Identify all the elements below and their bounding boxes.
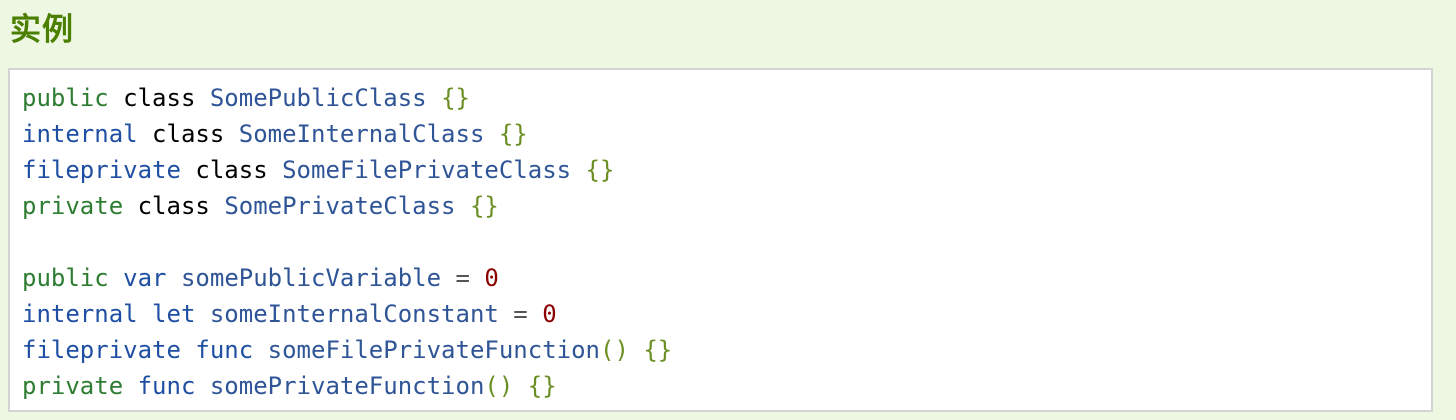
access-modifier-token: fileprivate [22, 336, 181, 364]
class-keyword-token: class [137, 192, 210, 220]
braces-token: {} [585, 156, 615, 184]
code-line-4: private class SomePrivateClass {} [22, 188, 1431, 224]
access-modifier-token: internal [22, 120, 138, 148]
code-line-1: public class SomePublicClass {} [22, 80, 1431, 116]
code-line-6: public var somePublicVariable = 0 [22, 260, 1431, 296]
braces-token: {} [469, 192, 499, 220]
code-content: public class SomePublicClass {} internal … [10, 70, 1431, 404]
number-token: 0 [542, 300, 557, 328]
code-line-7: internal let someInternalConstant = 0 [22, 296, 1431, 332]
code-line-8: fileprivate func someFilePrivateFunction… [22, 332, 1431, 368]
identifier-token: someInternalConstant [209, 300, 499, 328]
class-keyword-token: class [123, 84, 196, 112]
access-modifier-token: public [22, 84, 109, 112]
identifier-token: somePublicVariable [180, 264, 442, 292]
code-block: public class SomePublicClass {} internal … [8, 68, 1433, 412]
example-heading: 实例 [10, 12, 74, 48]
class-name-token: SomeFilePrivateClass [282, 156, 572, 184]
identifier-token: someFilePrivateFunction [267, 336, 600, 364]
code-line-9: private func somePrivateFunction() {} [22, 368, 1431, 404]
access-modifier-token: private [22, 372, 124, 400]
access-modifier-token: public [22, 264, 109, 292]
declaration-keyword-token: func [137, 372, 196, 400]
access-modifier-token: private [22, 192, 124, 220]
class-name-token: SomeInternalClass [238, 120, 485, 148]
parentheses-token: () [484, 372, 514, 400]
access-modifier-token: internal [22, 300, 138, 328]
parentheses-token: () [600, 336, 629, 364]
access-modifier-token: fileprivate [22, 156, 181, 184]
class-keyword-token: class [152, 120, 225, 148]
identifier-token: somePrivateFunction [209, 372, 485, 400]
operator-token: = [513, 300, 528, 328]
number-token: 0 [484, 264, 499, 292]
braces-token: {} [441, 84, 470, 112]
class-name-token: SomePrivateClass [224, 192, 456, 220]
braces-token: {} [527, 372, 557, 400]
operator-token: = [455, 264, 470, 292]
class-name-token: SomePublicClass [209, 84, 427, 112]
code-line-2: internal class SomeInternalClass {} [22, 116, 1431, 152]
braces-token: {} [498, 120, 528, 148]
braces-token: {} [643, 336, 673, 364]
class-keyword-token: class [195, 156, 268, 184]
declaration-keyword-token: var [123, 264, 167, 292]
code-line-3: fileprivate class SomeFilePrivateClass {… [22, 152, 1431, 188]
declaration-keyword-token: let [152, 300, 196, 328]
declaration-keyword-token: func [195, 336, 254, 364]
